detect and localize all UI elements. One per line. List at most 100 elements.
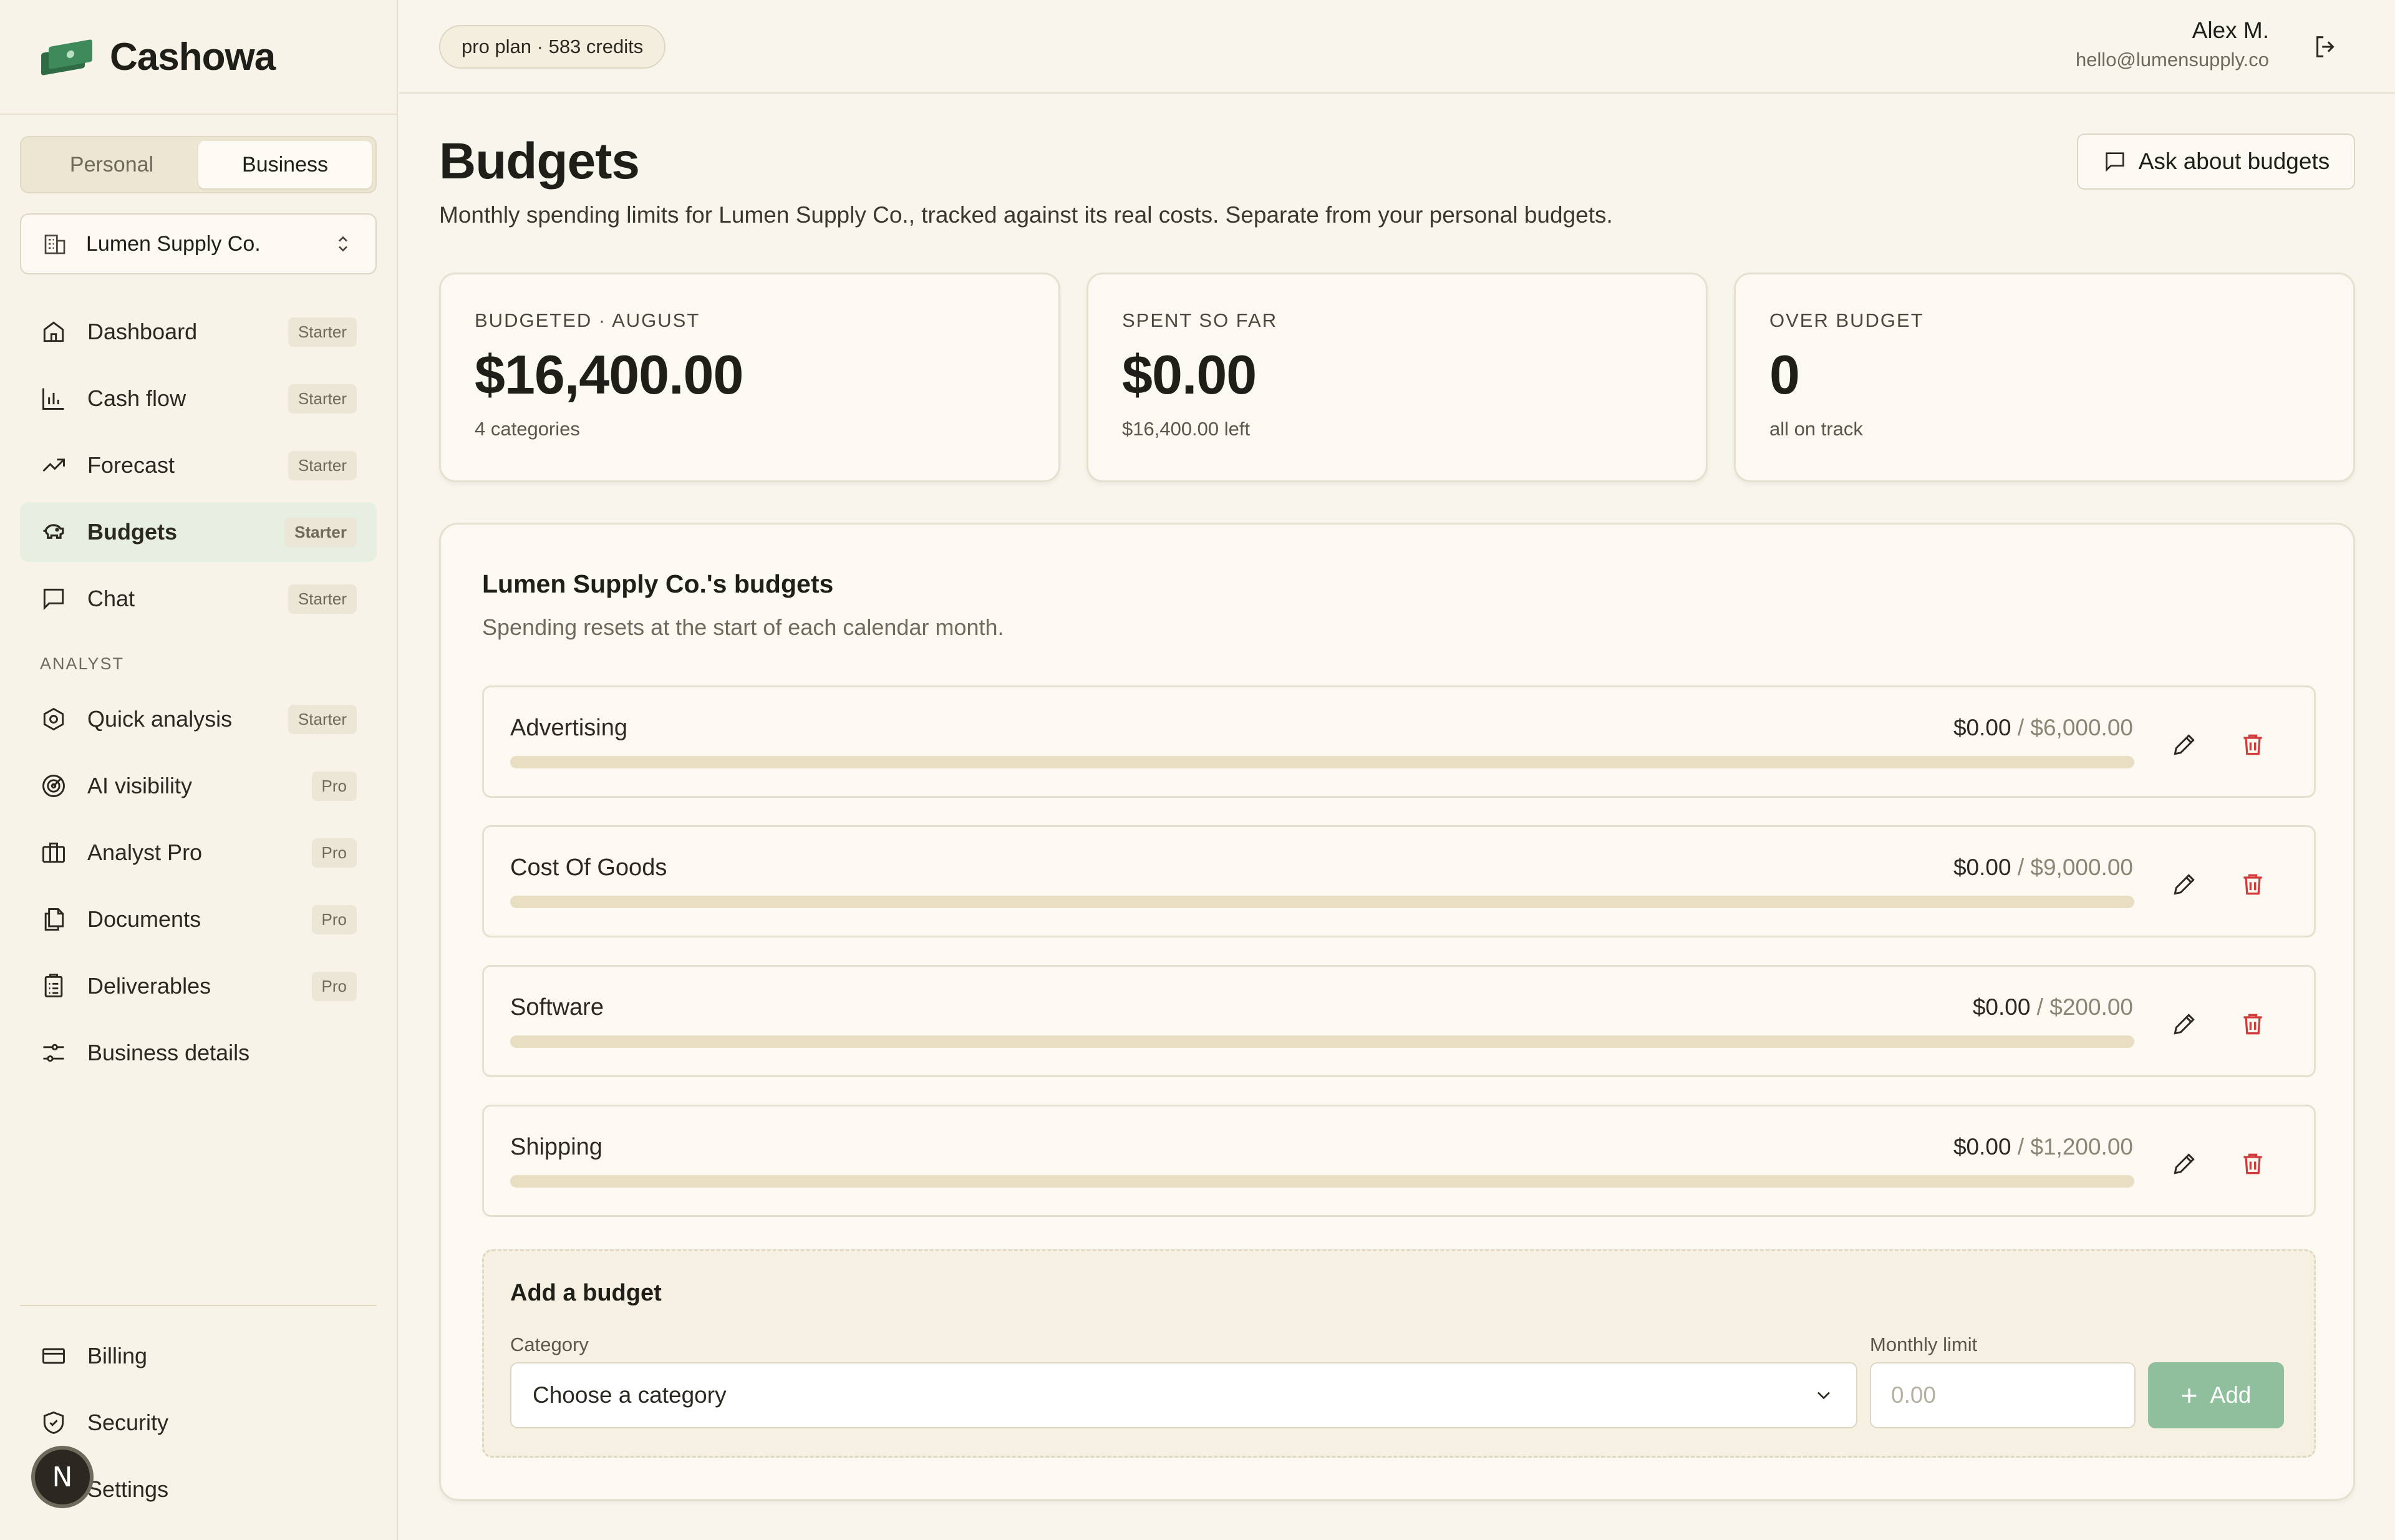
topbar: pro plan · 583 credits Alex M. hello@lum… <box>399 0 2395 94</box>
target-icon <box>40 772 67 800</box>
stat-label: BUDGETED · AUGUST <box>475 309 700 331</box>
add-budget-form: Add a budget Category Monthly limit Choo… <box>482 1249 2316 1458</box>
sidebar-item-chat[interactable]: Chat Starter <box>20 569 377 629</box>
clipboard-icon <box>40 972 67 1000</box>
sidebar-item-label: Forecast <box>87 452 175 478</box>
stat-subtext: all on track <box>1769 418 1863 440</box>
sidebar-item-label: Billing <box>87 1343 148 1368</box>
sidebar-item-cash-flow[interactable]: Cash flow Starter <box>20 369 377 429</box>
building-icon <box>44 235 65 254</box>
sidebar-item-label: Budgets <box>87 519 177 545</box>
chevron-up-down-icon <box>339 236 347 252</box>
stat-card-over-budget: OVER BUDGET 0 all on track <box>1734 273 2355 482</box>
plan-badge: Starter <box>288 584 357 614</box>
sidebar-item-deliverables[interactable]: Deliverables Pro <box>20 956 377 1016</box>
toggle-business[interactable]: Business <box>198 141 372 188</box>
stat-label: SPENT SO FAR <box>1122 309 1278 331</box>
pencil-icon[interactable] <box>2170 1150 2198 1178</box>
page-subtitle: Monthly spending limits for Lumen Supply… <box>439 202 1613 228</box>
plan-badge: Pro <box>311 838 357 868</box>
sidebar-item-label: Chat <box>87 586 135 611</box>
chevron-down-icon <box>1817 1392 1830 1400</box>
budget-row: Cost Of Goods $0.00 / $9,000.00 <box>482 825 2316 937</box>
documents-icon <box>40 906 67 933</box>
sidebar-item-dashboard[interactable]: Dashboard Starter <box>20 302 377 362</box>
sidebar-item-ai-visibility[interactable]: AI visibility Pro <box>20 756 377 816</box>
budget-spent: $0.00 <box>1953 715 2011 740</box>
business-selector[interactable]: Lumen Supply Co. <box>20 213 377 274</box>
budget-category: Advertising <box>510 715 627 741</box>
trash-icon[interactable] <box>2239 731 2267 758</box>
plus-icon: + <box>2180 1379 2198 1412</box>
sidebar-item-documents[interactable]: Documents Pro <box>20 889 377 949</box>
sidebar-item-label: Settings <box>87 1476 169 1502</box>
home-icon <box>40 318 67 346</box>
page-title: Budgets <box>439 133 640 190</box>
trash-icon[interactable] <box>2239 1150 2267 1178</box>
budget-spent: $0.00 <box>1953 1134 2011 1160</box>
budget-limit: $1,200.00 <box>2030 1134 2133 1160</box>
sidebar-item-label: Cash flow <box>87 385 186 411</box>
stat-label: OVER BUDGET <box>1769 309 1924 331</box>
pencil-icon[interactable] <box>2170 1010 2198 1038</box>
stat-value: $0.00 <box>1122 344 1257 405</box>
pencil-icon[interactable] <box>2170 731 2198 758</box>
sidebar-item-analyst-pro[interactable]: Analyst Pro Pro <box>20 823 377 883</box>
app-name: Cashowa <box>110 35 276 79</box>
stat-card-spent: SPENT SO FAR $0.00 $16,400.00 left <box>1086 273 1708 482</box>
trash-icon[interactable] <box>2239 1010 2267 1038</box>
stat-value: $16,400.00 <box>475 344 743 405</box>
chat-icon <box>2106 152 2124 172</box>
monthly-limit-input[interactable] <box>1870 1362 2136 1428</box>
stat-subtext: 4 categories <box>475 418 580 440</box>
sidebar-item-quick-analysis[interactable]: Quick analysis Starter <box>20 689 377 749</box>
plan-badge: Pro <box>311 971 357 1001</box>
avatar[interactable]: N <box>31 1446 94 1508</box>
budget-progress-bar <box>510 896 2134 908</box>
stat-value: 0 <box>1769 344 1800 405</box>
budget-progress-bar <box>510 1035 2134 1048</box>
ask-about-budgets-button[interactable]: Ask about budgets <box>2077 133 2355 190</box>
plan-credits-pill[interactable]: pro plan · 583 credits <box>439 25 666 69</box>
business-selector-label: Lumen Supply Co. <box>86 231 261 256</box>
brand[interactable]: Cashowa <box>0 0 397 115</box>
stat-card-budgeted: BUDGETED · AUGUST $16,400.00 4 categorie… <box>439 273 1060 482</box>
sidebar-item-billing[interactable]: Billing <box>20 1326 377 1386</box>
amount-separator: / <box>2011 1134 2031 1160</box>
trash-icon[interactable] <box>2239 871 2267 898</box>
sidebar-item-label: Deliverables <box>87 973 211 999</box>
budget-spent: $0.00 <box>1972 994 2031 1020</box>
sidebar-item-label: Dashboard <box>87 319 198 344</box>
category-select[interactable]: Choose a category <box>510 1362 1857 1428</box>
budgets-card-title: Lumen Supply Co.'s budgets <box>482 569 834 598</box>
logout-icon[interactable] <box>2311 32 2340 61</box>
budget-amount: $0.00 / $6,000.00 <box>1953 715 2133 741</box>
sidebar-item-label: Analyst Pro <box>87 840 203 865</box>
add-button-label: Add <box>2210 1382 2252 1408</box>
budget-amount: $0.00 / $9,000.00 <box>1953 855 2133 881</box>
plan-badge: Starter <box>288 450 357 480</box>
plan-badge: Pro <box>311 904 357 934</box>
pencil-icon[interactable] <box>2170 871 2198 898</box>
budget-limit: $6,000.00 <box>2030 715 2133 740</box>
sidebar-item-forecast[interactable]: Forecast Starter <box>20 435 377 495</box>
user-info: Alex M. hello@lumensupply.co <box>2076 17 2269 71</box>
trend-up-icon <box>40 452 67 479</box>
ask-button-label: Ask about budgets <box>2138 148 2330 174</box>
budget-row: Shipping $0.00 / $1,200.00 <box>482 1105 2316 1217</box>
add-budget-button[interactable]: + Add <box>2148 1362 2284 1428</box>
sidebar-item-business-details[interactable]: Business details <box>20 1023 377 1083</box>
toggle-personal[interactable]: Personal <box>25 141 198 188</box>
sidebar: Cashowa Personal Business Lumen Supply C… <box>0 0 398 1540</box>
sidebar-item-label: Security <box>87 1410 169 1435</box>
piggy-bank-icon <box>40 518 67 546</box>
add-budget-title: Add a budget <box>510 1280 662 1306</box>
budget-category: Software <box>510 994 604 1020</box>
analyst-nav: Quick analysis Starter AI visibility Pro… <box>20 689 377 1090</box>
sidebar-item-budgets[interactable]: Budgets Starter <box>20 502 377 562</box>
plan-badge: Starter <box>284 517 357 547</box>
category-field-label: Category <box>510 1334 589 1355</box>
budgets-card: Lumen Supply Co.'s budgets Spending rese… <box>439 523 2355 1501</box>
sidebar-item-security[interactable]: Security <box>20 1393 377 1453</box>
hexagon-icon <box>40 705 67 733</box>
